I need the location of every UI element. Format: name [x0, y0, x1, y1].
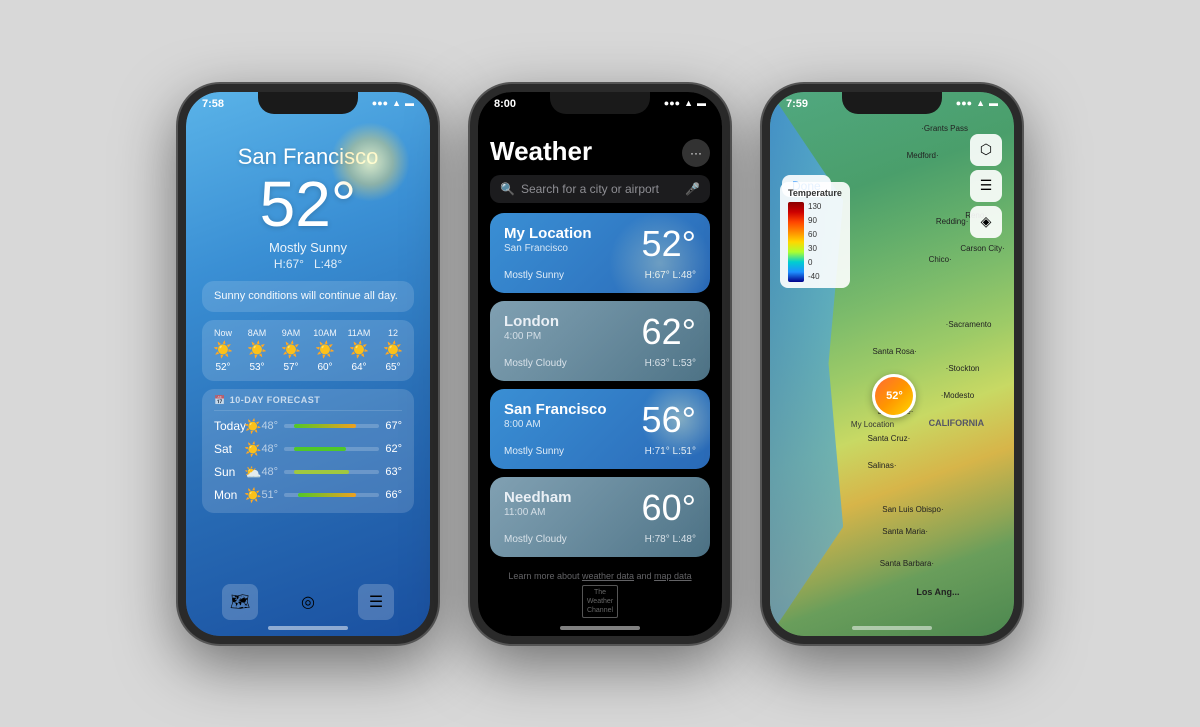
p3-layers-button[interactable]: ◈ [970, 206, 1002, 238]
map-label-carson-city: Carson City· [960, 244, 1004, 253]
p2-temp-needham: 60° [642, 487, 696, 529]
phone-1: 7:58 ●●● ▲ ▬ San Francisco 52° Mostly Su… [178, 84, 438, 644]
map-label-los-angeles: Los Ang... [916, 587, 959, 597]
p1-hour-8am: 8AM ☀️ 53° [240, 328, 274, 373]
p3-legend-labels: 130 90 60 30 0 -40 [808, 202, 821, 282]
p1-list-button[interactable]: ☰ [358, 584, 394, 620]
p2-search-bar[interactable]: 🔍 Search for a city or airport 🎤 [490, 175, 710, 203]
battery-icon: ▬ [697, 98, 706, 108]
phone2-notch [550, 92, 650, 114]
map-label-california: CALIFORNIA [929, 418, 985, 428]
p1-forecast-sun: Sun ⛅ 48° 63° [214, 461, 402, 484]
map-label-stockton: ·Stockton [946, 364, 980, 373]
p1-hilo: H:67° L:48° [202, 257, 414, 271]
p1-condition: Mostly Sunny [202, 240, 414, 255]
signal-icon: ●●● [956, 98, 972, 108]
p3-list-button[interactable]: ☰ [970, 170, 1002, 202]
p1-hour-10am: 10AM ☀️ 60° [308, 328, 342, 373]
phone3-notch [842, 92, 942, 114]
p3-legend-color-bar [788, 202, 804, 282]
wc-logo: TheWeatherChannel [582, 585, 618, 618]
phone-3: ·Grants Pass Medford· Redding· Chico· Re… [762, 84, 1022, 644]
phones-container: 7:58 ●●● ▲ ▬ San Francisco 52° Mostly Su… [0, 0, 1200, 727]
p3-temperature-legend: Temperature 130 90 60 30 0 -40 [780, 182, 850, 288]
phone3-status-icons: ●●● ▲ ▬ [956, 98, 998, 108]
map-label-san-luis-obispo: San Luis Obispo· [882, 505, 943, 514]
p1-hour-12pm: 12 ☀️ 65° [376, 328, 410, 373]
map-pin-label: My Location [851, 420, 894, 429]
p3-location-button[interactable]: ⬡ [970, 134, 1002, 166]
phone1-content: San Francisco 52° Mostly Sunny H:67° L:4… [186, 128, 430, 636]
map-label-santa-cruz: Santa Cruz· [868, 434, 911, 443]
phone3-home-indicator[interactable] [852, 626, 932, 630]
p3-right-buttons: ⬡ ☰ ◈ [970, 134, 1002, 238]
p1-forecast-title: 📅 10-DAY FORECAST [214, 395, 402, 411]
p1-city: San Francisco [202, 144, 414, 170]
map-label-chico: Chico· [929, 255, 952, 264]
search-icon: 🔍 [500, 182, 515, 196]
p1-map-button[interactable]: 🗺 [222, 584, 258, 620]
map-label-santa-barbara: Santa Barbara· [880, 559, 934, 568]
map-label-salinas: Salinas· [868, 461, 897, 470]
p1-forecast-mon: Mon ☀️ 51° 66° [214, 484, 402, 507]
wifi-icon: ▲ [684, 98, 693, 108]
p2-title: Weather [490, 136, 592, 167]
p2-location-london[interactable]: London 4:00 PM 62° Mostly Cloudy H:63° L… [490, 301, 710, 381]
map-label-santa-rosa: Santa Rosa· [872, 347, 916, 356]
phone2-status-icons: ●●● ▲ ▬ [664, 98, 706, 108]
battery-icon: ▬ [405, 98, 414, 108]
phone1-time: 7:58 [202, 98, 224, 110]
wifi-icon: ▲ [392, 98, 401, 108]
p1-temperature: 52° [202, 172, 414, 236]
phone2-content: Weather ··· 🔍 Search for a city or airpo… [478, 128, 722, 636]
p3-legend-title: Temperature [788, 188, 842, 198]
phone2-time: 8:00 [494, 98, 516, 110]
phone2-home-indicator[interactable] [560, 626, 640, 630]
phone3-time: 7:59 [786, 98, 808, 110]
p2-location-my-location[interactable]: My Location San Francisco 52° Mostly Sun… [490, 213, 710, 293]
p2-temp-my: 52° [642, 223, 696, 265]
p1-forecast: 📅 10-DAY FORECAST Today ☀️ 48° 67° Sat [202, 389, 414, 513]
p2-more-button[interactable]: ··· [682, 139, 710, 167]
phone-2: 8:00 ●●● ▲ ▬ Weather ··· 🔍 Search for a … [470, 84, 730, 644]
p1-hour-9am: 9AM ☀️ 57° [274, 328, 308, 373]
p2-footer: Learn more about weather data and map da… [490, 565, 710, 620]
p1-description: Sunny conditions will continue all day. [202, 281, 414, 312]
p2-temp-london: 62° [642, 311, 696, 353]
map-pin-temp: 52° [875, 377, 913, 415]
battery-icon: ▬ [989, 98, 998, 108]
p1-forecast-today: Today ☀️ 48° 67° [214, 415, 402, 438]
p2-location-needham[interactable]: Needham 11:00 AM 60° Mostly Cloudy H:78°… [490, 477, 710, 557]
p1-forecast-sat: Sat ☀️ 48° 62° [214, 438, 402, 461]
p1-hour-now: Now ☀️ 52° [206, 328, 240, 373]
p2-footer-text: Learn more about weather data and map da… [490, 571, 710, 581]
p2-header: Weather ··· [490, 136, 710, 167]
p2-search-placeholder: Search for a city or airport [521, 182, 679, 196]
p2-temp-sf: 56° [642, 399, 696, 441]
p1-location-button[interactable]: ◎ [290, 584, 326, 620]
mic-icon: 🎤 [685, 182, 700, 196]
phone1-status-icons: ●●● ▲ ▬ [372, 98, 414, 108]
p1-bottom-bar: 🗺 ◎ ☰ [186, 584, 430, 620]
p2-location-sf[interactable]: San Francisco 8:00 AM 56° Mostly Sunny H… [490, 389, 710, 469]
phone1-home-indicator[interactable] [268, 626, 348, 630]
map-label-sacramento: ·Sacramento [946, 320, 992, 329]
p1-hourly-forecast: Now ☀️ 52° 8AM ☀️ 53° 9AM ☀️ 57° [202, 320, 414, 381]
signal-icon: ●●● [664, 98, 680, 108]
phone1-notch [258, 92, 358, 114]
map-label-santa-maria: Santa Maria· [882, 527, 928, 536]
p1-hour-11am: 11AM ☀️ 64° [342, 328, 376, 373]
map-label-modesto: ·Modesto [941, 391, 974, 400]
signal-icon: ●●● [372, 98, 388, 108]
wifi-icon: ▲ [976, 98, 985, 108]
